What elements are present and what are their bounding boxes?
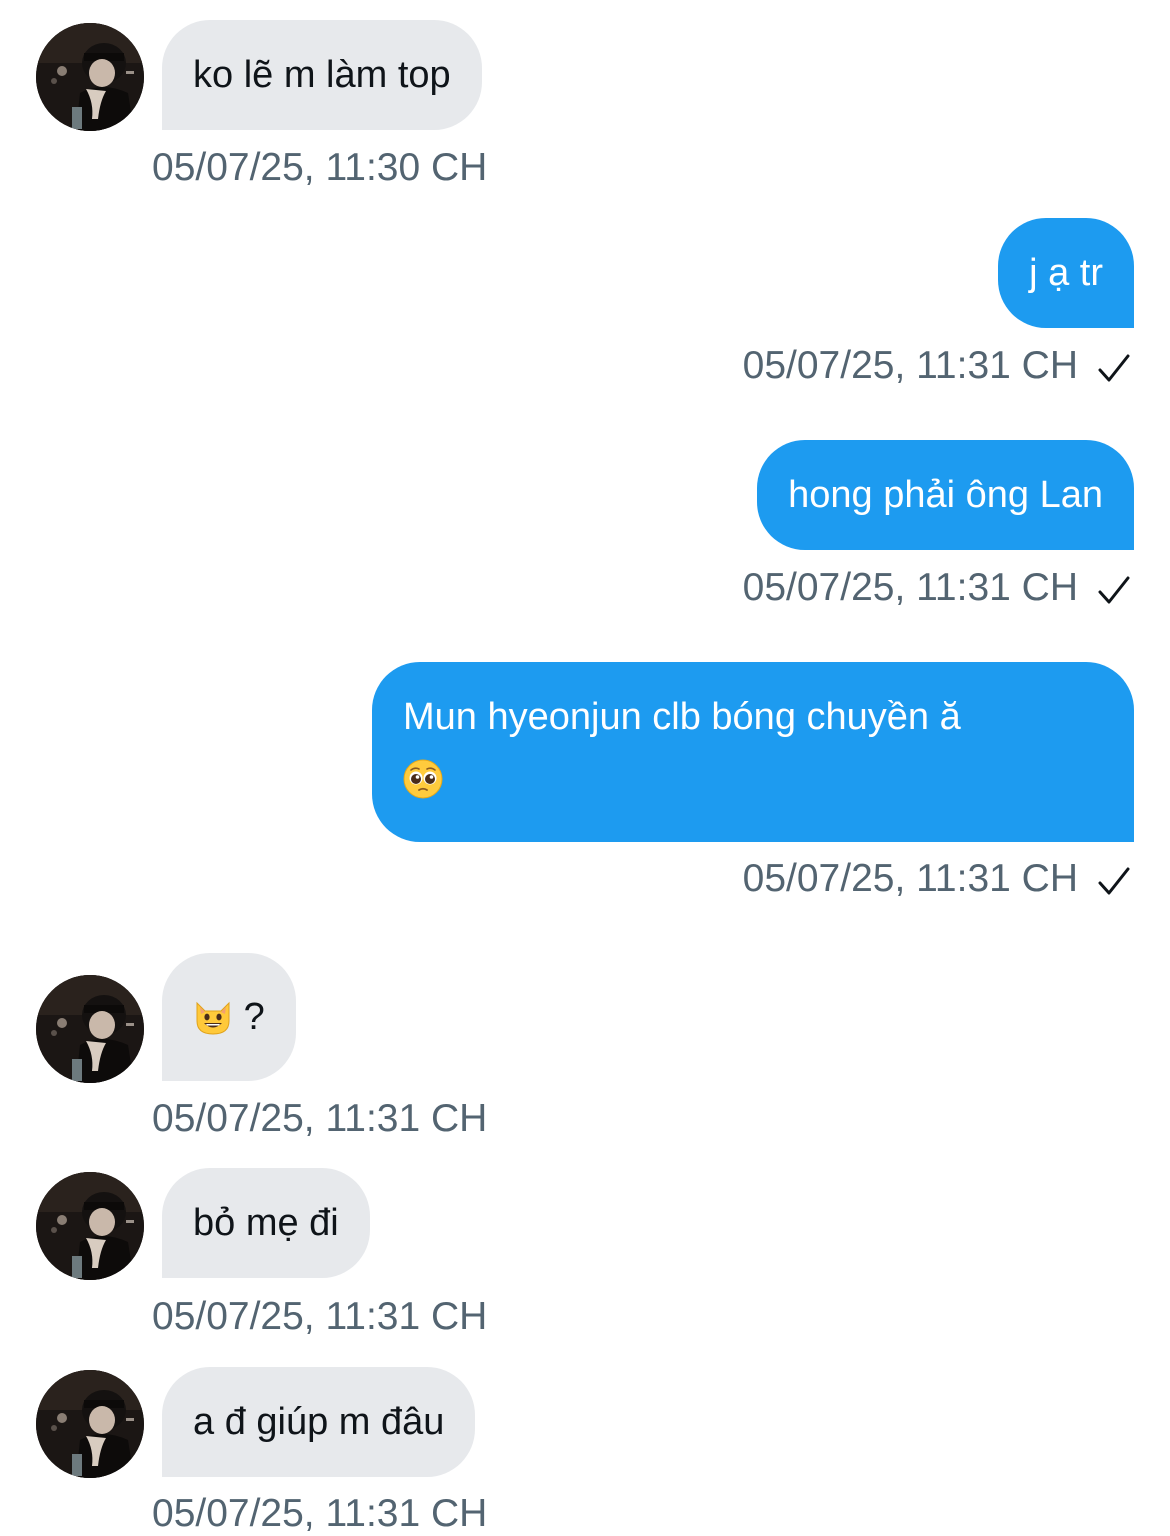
message-bubble-incoming[interactable]: ko lẽ m làm top (162, 20, 482, 130)
sender-avatar[interactable] (36, 1370, 144, 1478)
sender-avatar[interactable] (36, 975, 144, 1083)
message-bubble-incoming[interactable]: ? (162, 953, 296, 1081)
message-timestamp: 05/07/25, 11:31 CH (152, 1492, 488, 1535)
message-text: ? (243, 996, 265, 1038)
sender-avatar[interactable] (36, 23, 144, 131)
message-timestamp: 05/07/25, 11:31 CH (152, 1295, 488, 1338)
message-timestamp: 05/07/25, 11:31 CH (742, 857, 1078, 900)
message-bubble-incoming[interactable]: bỏ mẹ đi (162, 1168, 370, 1278)
message-text: a đ giúp m đâu (193, 1401, 445, 1443)
message-timestamp: 05/07/25, 11:31 CH (742, 344, 1078, 387)
sender-avatar[interactable] (36, 1172, 144, 1280)
message-timestamp: 05/07/25, 11:31 CH (152, 1097, 488, 1140)
message-text: ko lẽ m làm top (193, 54, 451, 96)
message-timestamp: 05/07/25, 11:31 CH (742, 566, 1078, 609)
check-icon (1098, 354, 1130, 382)
message-text: Mun hyeonjun clb bóng chuyền ă (403, 696, 961, 738)
message-text: j ạ tr (1029, 252, 1103, 294)
message-text: bỏ mẹ đi (193, 1202, 339, 1244)
message-bubble-outgoing[interactable]: hong phải ông Lan (757, 440, 1134, 550)
message-bubble-incoming[interactable]: a đ giúp m đâu (162, 1367, 476, 1477)
message-timestamp: 05/07/25, 11:30 CH (152, 146, 488, 189)
check-icon (1098, 867, 1130, 895)
grinning-cat-emoji (196, 1001, 230, 1035)
check-icon (1098, 576, 1130, 604)
message-bubble-outgoing[interactable]: j ạ tr (998, 218, 1134, 328)
pleading-face-emoji (403, 759, 443, 799)
message-bubble-outgoing[interactable]: Mun hyeonjun clb bóng chuyền ă (372, 662, 1134, 842)
message-text: hong phải ông Lan (788, 474, 1103, 516)
